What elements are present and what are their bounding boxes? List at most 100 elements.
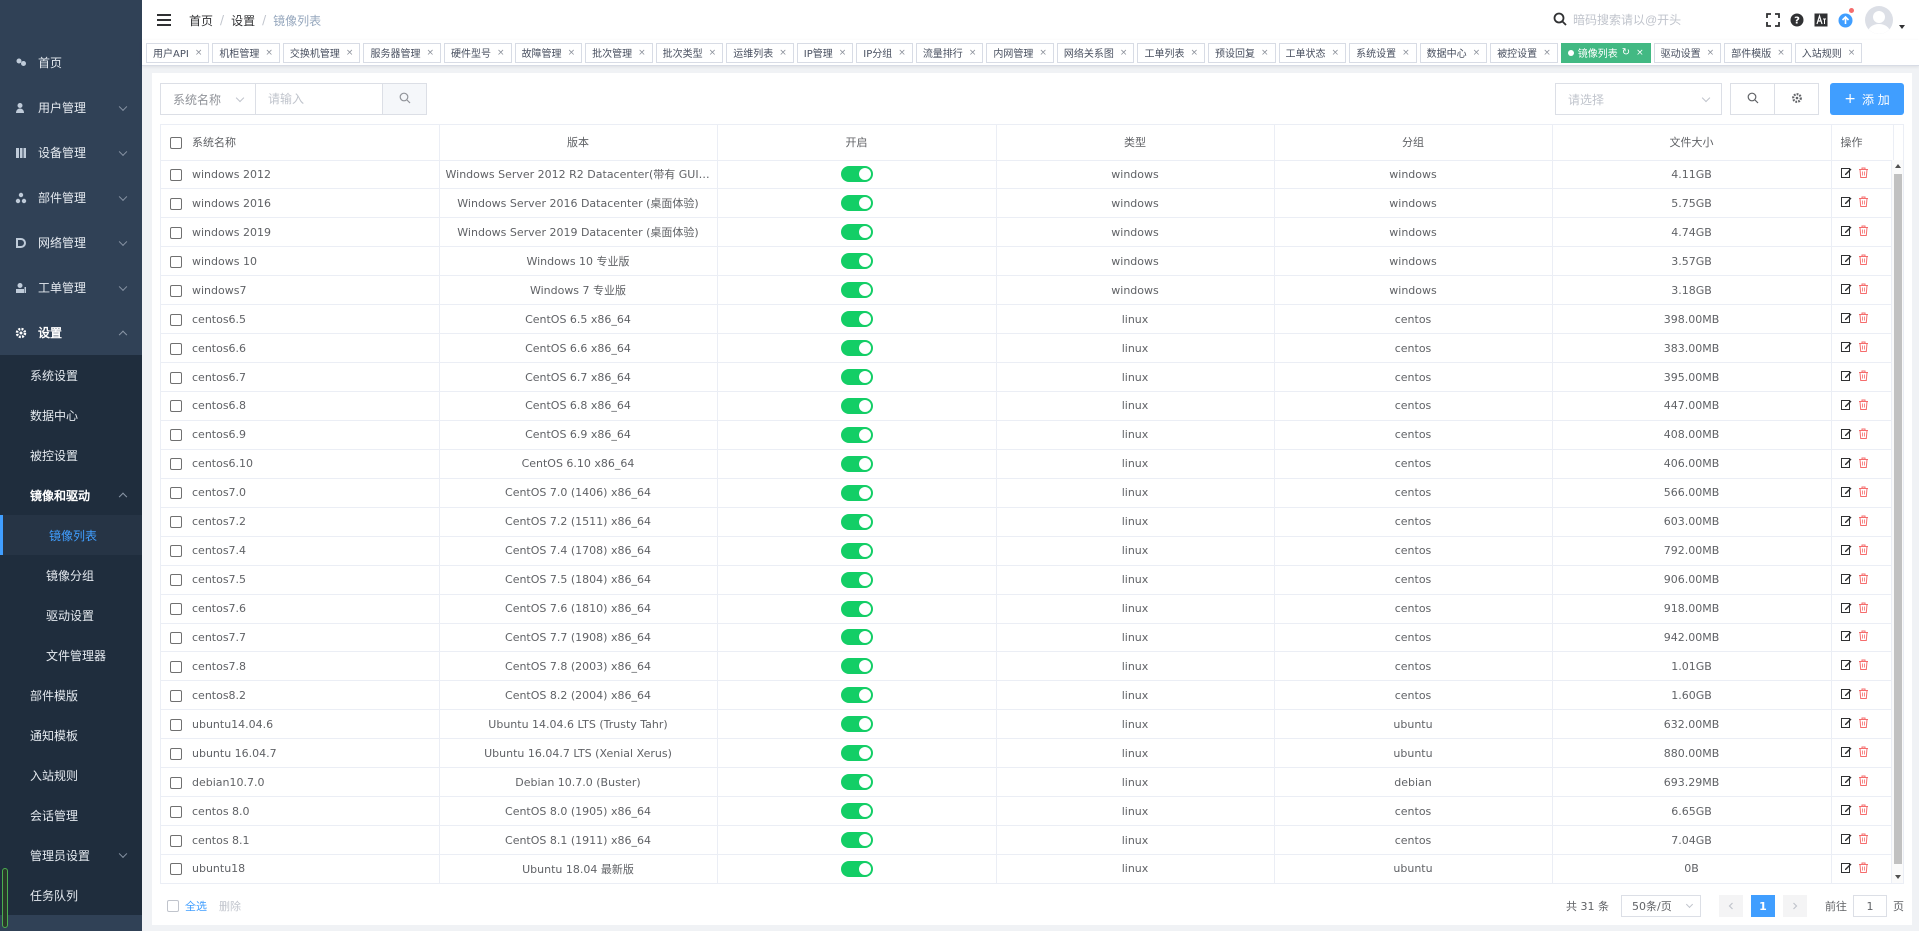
sidebar-item-admin-settings[interactable]: 管理员设置 <box>0 835 142 875</box>
enabled-switch[interactable] <box>840 774 873 791</box>
delete-icon[interactable] <box>1858 341 1869 355</box>
enabled-switch[interactable] <box>840 658 873 675</box>
font-size-icon[interactable] <box>1813 12 1829 28</box>
table-row[interactable]: centos8.2 CentOS 8.2 (2004) x86_64 linux ce… <box>161 680 1894 711</box>
scroll-down-icon[interactable] <box>1895 875 1901 879</box>
row-checkbox[interactable] <box>170 487 182 500</box>
enabled-switch[interactable] <box>840 311 873 328</box>
delete-icon[interactable] <box>1858 225 1869 239</box>
row-checkbox[interactable] <box>170 718 182 731</box>
filter-input[interactable] <box>255 83 383 115</box>
filter-search-button[interactable] <box>382 83 427 115</box>
delete-icon[interactable] <box>1858 573 1869 587</box>
delete-icon[interactable] <box>1858 717 1869 731</box>
close-icon[interactable]: × <box>779 48 787 58</box>
row-checkbox[interactable] <box>170 863 182 876</box>
delete-icon[interactable] <box>1858 775 1869 789</box>
enabled-switch[interactable] <box>840 166 873 183</box>
row-checkbox[interactable] <box>170 429 182 442</box>
row-checkbox[interactable] <box>170 545 182 558</box>
delete-icon[interactable] <box>1858 630 1869 644</box>
row-checkbox[interactable] <box>170 689 182 702</box>
table-row[interactable]: windows7 Windows 7 专业版 windows windows 3.18G… <box>161 275 1894 306</box>
sidebar-item-home[interactable]: 首页 <box>0 40 142 85</box>
avatar[interactable] <box>1865 6 1893 34</box>
table-row[interactable]: centos7.0 CentOS 7.0 (1406) x86_64 linux ce… <box>161 478 1894 508</box>
tag-item[interactable]: 批次管理 × <box>585 42 653 63</box>
delete-icon[interactable] <box>1858 515 1869 529</box>
row-checkbox[interactable] <box>170 342 182 355</box>
row-checkbox[interactable] <box>170 400 182 413</box>
row-checkbox[interactable] <box>170 313 182 326</box>
close-icon[interactable]: × <box>1473 48 1481 58</box>
edit-icon[interactable] <box>1840 196 1852 210</box>
edit-icon[interactable] <box>1840 833 1852 847</box>
edit-icon[interactable] <box>1840 775 1852 789</box>
tag-item[interactable]: IP管理 × <box>796 42 854 63</box>
row-checkbox[interactable] <box>170 226 182 239</box>
row-checkbox[interactable] <box>170 747 182 760</box>
edit-icon[interactable] <box>1840 804 1852 818</box>
table-row[interactable]: centos7.2 CentOS 7.2 (1511) x86_64 linux ce… <box>161 507 1894 537</box>
enabled-switch[interactable] <box>840 224 873 241</box>
enabled-switch[interactable] <box>840 253 873 270</box>
row-checkbox[interactable] <box>170 255 182 268</box>
enabled-switch[interactable] <box>840 513 873 530</box>
edit-icon[interactable] <box>1840 659 1852 673</box>
close-icon[interactable]: × <box>1402 48 1410 58</box>
delete-icon[interactable] <box>1858 167 1869 181</box>
edit-icon[interactable] <box>1840 630 1852 644</box>
delete-icon[interactable] <box>1858 399 1869 413</box>
close-icon[interactable]: × <box>1707 48 1715 58</box>
row-checkbox[interactable] <box>170 458 182 471</box>
delete-icon[interactable] <box>1858 196 1869 210</box>
delete-icon[interactable] <box>1858 544 1869 558</box>
close-icon[interactable]: × <box>898 48 906 58</box>
tag-item[interactable]: 运维列表 × <box>726 42 794 63</box>
tag-item[interactable]: 内网管理 × <box>986 42 1054 63</box>
tag-item[interactable]: 系统设置 × <box>1349 42 1417 63</box>
enabled-switch[interactable] <box>840 397 873 414</box>
table-row[interactable]: centos7.5 CentOS 7.5 (1804) x86_64 linux ce… <box>161 565 1894 595</box>
sidebar-item-network[interactable]: 网络管理 <box>0 220 142 265</box>
sidebar-item-image-list[interactable]: 镜像列表 <box>0 515 142 555</box>
edit-icon[interactable] <box>1840 312 1852 326</box>
close-icon[interactable]: × <box>1636 48 1644 58</box>
sidebar-item-image-group[interactable]: 镜像分组 <box>0 555 142 595</box>
select-all-link[interactable]: 全选 <box>185 898 207 914</box>
delete-icon[interactable] <box>1858 486 1869 500</box>
edit-icon[interactable] <box>1840 457 1852 471</box>
fullscreen-icon[interactable] <box>1765 12 1781 28</box>
table-row[interactable]: ubuntu 16.04.7 Ubuntu 16.04.7 LTS (Xenial… <box>161 738 1894 769</box>
delete-icon[interactable] <box>1858 370 1869 384</box>
close-icon[interactable]: × <box>497 48 505 58</box>
search-button[interactable] <box>1730 83 1775 115</box>
edit-icon[interactable] <box>1840 370 1852 384</box>
table-row[interactable]: centos7.4 CentOS 7.4 (1708) x86_64 linux ce… <box>161 536 1894 566</box>
tag-item[interactable]: 机柜管理 × <box>212 42 280 63</box>
hamburger-icon[interactable] <box>157 14 171 26</box>
row-checkbox[interactable] <box>170 574 182 587</box>
row-checkbox[interactable] <box>170 776 182 789</box>
sidebar-item-inbound-rules[interactable]: 入站规则 <box>0 755 142 795</box>
search-icon[interactable] <box>1553 12 1567 29</box>
row-checkbox[interactable] <box>170 197 182 210</box>
row-checkbox[interactable] <box>170 516 182 529</box>
sidebar-item-controlled-settings[interactable]: 被控设置 <box>0 435 142 475</box>
row-checkbox[interactable] <box>170 284 182 297</box>
sidebar-item-tickets[interactable]: 工单管理 <box>0 265 142 310</box>
enabled-switch[interactable] <box>840 455 873 472</box>
delete-icon[interactable] <box>1858 659 1869 673</box>
sidebar-item-datacenter[interactable]: 数据中心 <box>0 395 142 435</box>
table-row[interactable]: windows 2012 Windows Server 2012 R2 Datac… <box>161 160 1894 190</box>
table-row[interactable]: centos6.7 CentOS 6.7 x86_64 linux centos 395… <box>161 362 1894 392</box>
sidebar-item-settings[interactable]: 设置 <box>0 310 142 355</box>
edit-icon[interactable] <box>1840 254 1852 268</box>
breadcrumb-settings[interactable]: 设置 <box>231 12 255 29</box>
bulk-delete-link[interactable]: 删除 <box>219 898 241 914</box>
table-scrollbar[interactable] <box>1891 160 1903 883</box>
sidebar-item-notify-template[interactable]: 通知模板 <box>0 715 142 755</box>
tag-item[interactable]: 数据中心 × <box>1419 42 1488 63</box>
edit-icon[interactable] <box>1840 515 1852 529</box>
tag-item[interactable]: 预设回复 × <box>1208 42 1276 63</box>
